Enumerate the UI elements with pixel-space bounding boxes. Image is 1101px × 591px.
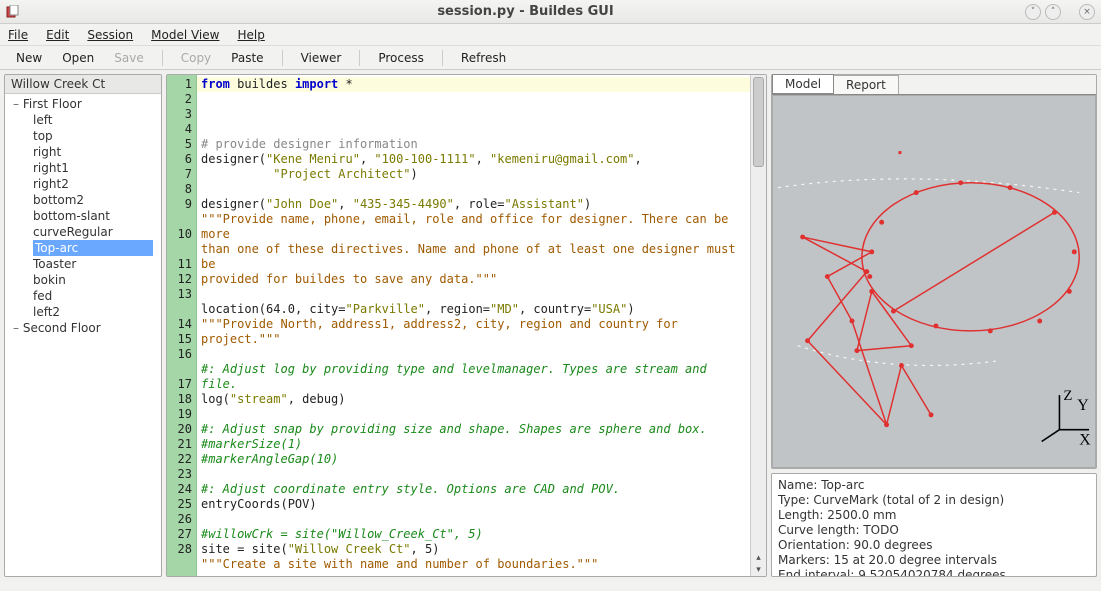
toolbar-sep xyxy=(282,50,283,66)
code-editor[interactable]: 123456789.10.111213.141516.1718192021222… xyxy=(166,74,767,577)
window-title: session.py - Buildes GUI xyxy=(26,4,1025,19)
scroll-up-icon[interactable]: ▴ xyxy=(751,552,766,564)
tree-item[interactable]: bottom-slant xyxy=(5,208,161,224)
menubar: File Edit Session Model View Help xyxy=(0,24,1101,46)
toolbar-sep xyxy=(359,50,360,66)
scrollbar-thumb[interactable] xyxy=(753,77,764,167)
line-gutter: 123456789.10.111213.141516.1718192021222… xyxy=(167,75,197,576)
tree-item[interactable]: right1 xyxy=(5,160,161,176)
scroll-down-icon[interactable]: ▾ xyxy=(751,564,766,576)
tree-item[interactable]: First Floor xyxy=(5,96,161,112)
maximize-button[interactable]: ˄ xyxy=(1045,4,1061,20)
menu-edit[interactable]: Edit xyxy=(46,28,69,42)
info-panel: Name: Top-arc Type: CurveMark (total of … xyxy=(771,473,1097,577)
info-length: Length: 2500.0 mm xyxy=(778,508,1090,523)
tree-item[interactable]: Second Floor xyxy=(5,320,161,336)
tree-item[interactable]: fed xyxy=(5,288,161,304)
tool-paste[interactable]: Paste xyxy=(223,49,271,67)
tab-model[interactable]: Model xyxy=(772,74,834,94)
tool-copy[interactable]: Copy xyxy=(173,49,219,67)
tree-item[interactable]: bokin xyxy=(5,272,161,288)
toolbar-sep xyxy=(442,50,443,66)
editor-scrollbar[interactable]: ▴ ▾ xyxy=(750,75,766,576)
axis-x-label: X xyxy=(1079,431,1091,448)
info-curve-length: Curve length: TODO xyxy=(778,523,1090,538)
tree-item[interactable]: left2 xyxy=(5,304,161,320)
tree-item[interactable]: right2 xyxy=(5,176,161,192)
right-tabs: Model Report xyxy=(772,75,1096,95)
info-markers: Markers: 15 at 20.0 degree intervals xyxy=(778,553,1090,568)
menu-help[interactable]: Help xyxy=(237,28,264,42)
app-icon xyxy=(6,5,20,19)
tool-process[interactable]: Process xyxy=(370,49,432,67)
info-name: Name: Top-arc xyxy=(778,478,1090,493)
tree-header[interactable]: Willow Creek Ct xyxy=(5,75,161,94)
tree-item[interactable]: bottom2 xyxy=(5,192,161,208)
axis-z-label: Z xyxy=(1063,388,1072,404)
info-orientation: Orientation: 90.0 degrees xyxy=(778,538,1090,553)
tree-item[interactable]: right xyxy=(5,144,161,160)
tree-item[interactable]: Top-arc xyxy=(5,240,161,256)
tool-viewer[interactable]: Viewer xyxy=(293,49,350,67)
tool-save[interactable]: Save xyxy=(106,49,151,67)
axis-y-label: Y xyxy=(1077,397,1088,414)
model-viewport[interactable]: Y X Z xyxy=(772,95,1096,468)
info-end-interval: End interval: 9.52054020784 degrees xyxy=(778,568,1090,577)
tool-open[interactable]: Open xyxy=(54,49,102,67)
toolbar: New Open Save Copy Paste Viewer Process … xyxy=(0,46,1101,70)
info-type: Type: CurveMark (total of 2 in design) xyxy=(778,493,1090,508)
tree-item[interactable]: Toaster xyxy=(5,256,161,272)
tool-new[interactable]: New xyxy=(8,49,50,67)
model-panel: Model Report xyxy=(771,74,1097,469)
tree-item[interactable]: left xyxy=(5,112,161,128)
menu-model-view[interactable]: Model View xyxy=(151,28,219,42)
tool-refresh[interactable]: Refresh xyxy=(453,49,514,67)
tree-item[interactable]: top xyxy=(5,128,161,144)
menu-file[interactable]: File xyxy=(8,28,28,42)
tree-panel: Willow Creek Ct First Floorlefttoprightr… xyxy=(4,74,162,577)
menu-session[interactable]: Session xyxy=(87,28,133,42)
toolbar-sep xyxy=(162,50,163,66)
tree-item[interactable]: curveRegular xyxy=(5,224,161,240)
close-button[interactable]: × xyxy=(1079,4,1095,20)
code-area[interactable]: from buildes import * # provide designer… xyxy=(197,75,750,576)
tree-body: First Floorlefttoprightright1right2botto… xyxy=(5,94,161,338)
minimize-button[interactable]: ˅ xyxy=(1025,4,1041,20)
titlebar: session.py - Buildes GUI ˅ ˄ × xyxy=(0,0,1101,24)
tab-report[interactable]: Report xyxy=(833,75,899,94)
statusbar xyxy=(0,581,1101,589)
